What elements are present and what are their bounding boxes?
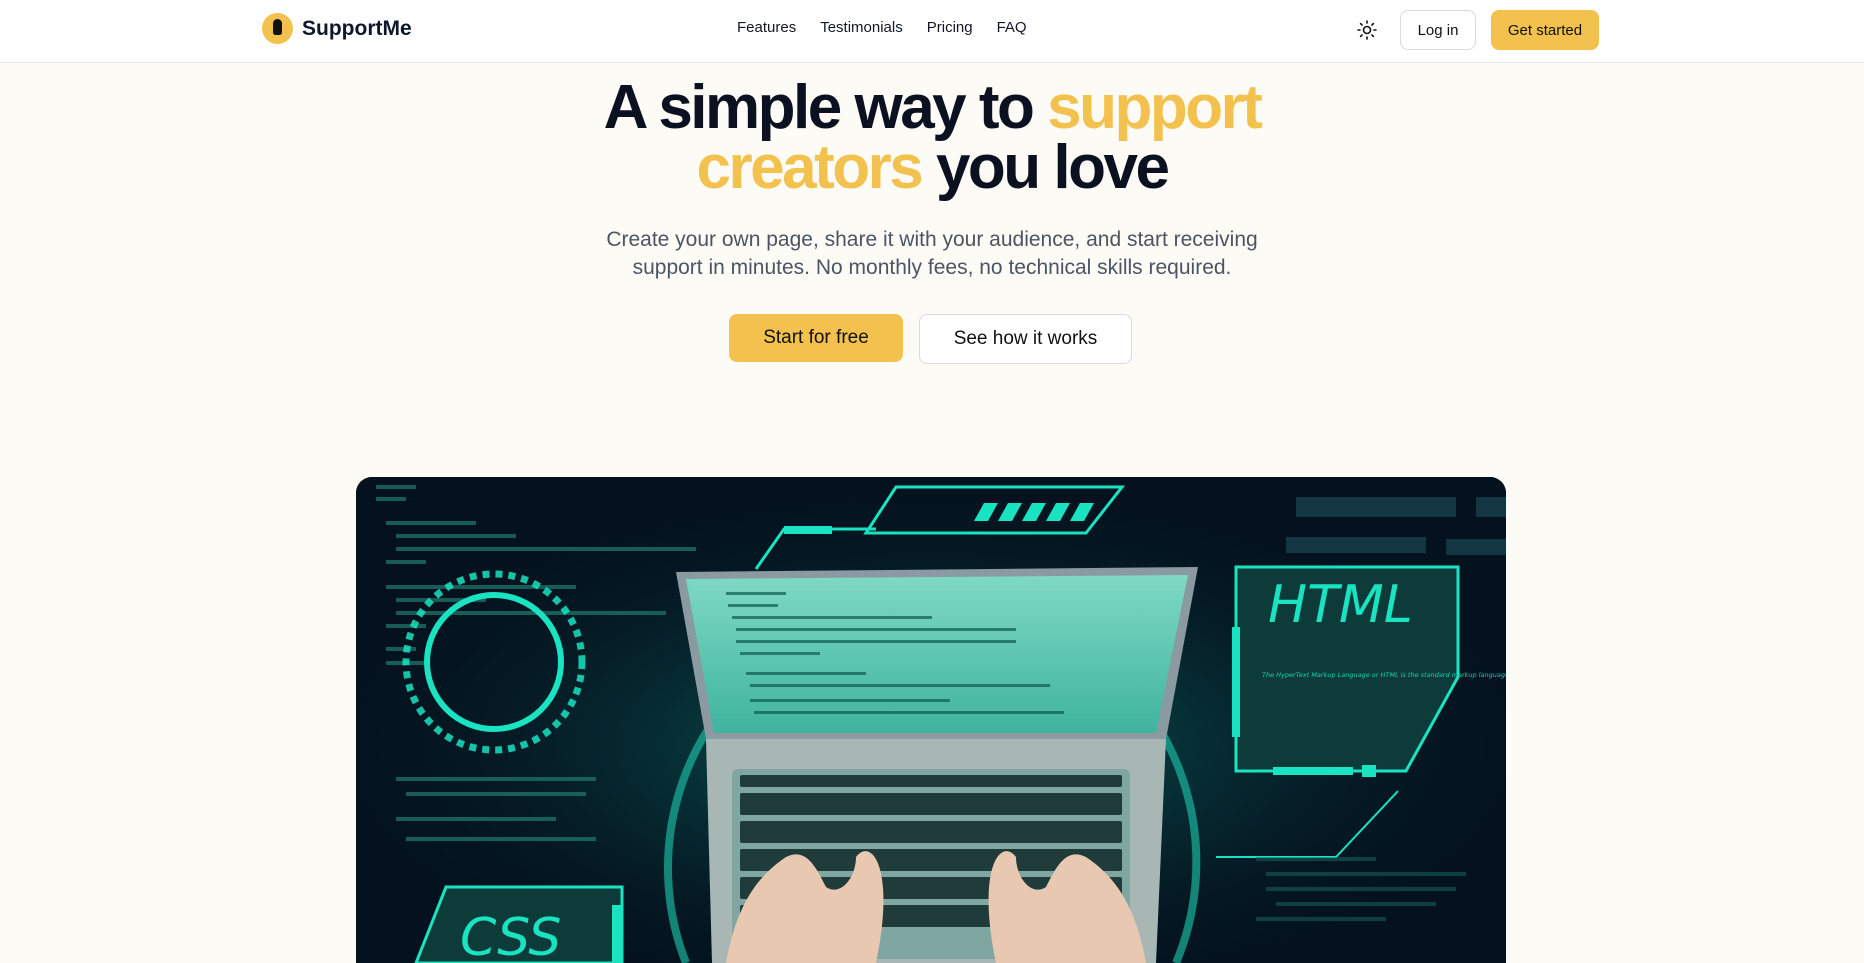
- css-label: CSS: [460, 908, 561, 963]
- brand-logo-icon: [262, 13, 293, 44]
- hero-title-accent2: creators: [696, 133, 924, 202]
- start-for-free-button[interactable]: Start for free: [729, 314, 903, 362]
- nav-link-faq[interactable]: FAQ: [997, 19, 1027, 36]
- html-label: HTML: [1268, 575, 1413, 635]
- brand-name: SupportMe: [302, 16, 412, 40]
- hero-illustration: HTML The HyperText Markup Language or HT…: [356, 477, 1506, 963]
- hero-subtitle: Create your own page, share it with your…: [606, 228, 1258, 279]
- nav-link-testimonials[interactable]: Testimonials: [820, 19, 903, 36]
- hero-title-accent1: support: [1047, 73, 1263, 142]
- login-button[interactable]: Log in: [1400, 10, 1476, 50]
- hero-title: A simple way to support creators you love: [432, 77, 1432, 199]
- see-how-it-works-button[interactable]: See how it works: [919, 314, 1132, 364]
- hero-title-part1: A simple way to: [603, 73, 1048, 142]
- top-navbar: SupportMe Features Testimonials Pricing …: [0, 0, 1864, 63]
- nav-link-pricing[interactable]: Pricing: [927, 19, 973, 36]
- nav-link-features[interactable]: Features: [737, 19, 796, 36]
- html-caption: The HyperText Markup Language or HTML is…: [1262, 671, 1506, 679]
- hero-title-part2: you love: [921, 133, 1170, 202]
- sun-icon[interactable]: [1354, 17, 1380, 43]
- brand[interactable]: SupportMe: [262, 13, 412, 44]
- get-started-button[interactable]: Get started: [1491, 10, 1599, 50]
- main-menu: Features Testimonials Pricing FAQ: [737, 19, 1027, 36]
